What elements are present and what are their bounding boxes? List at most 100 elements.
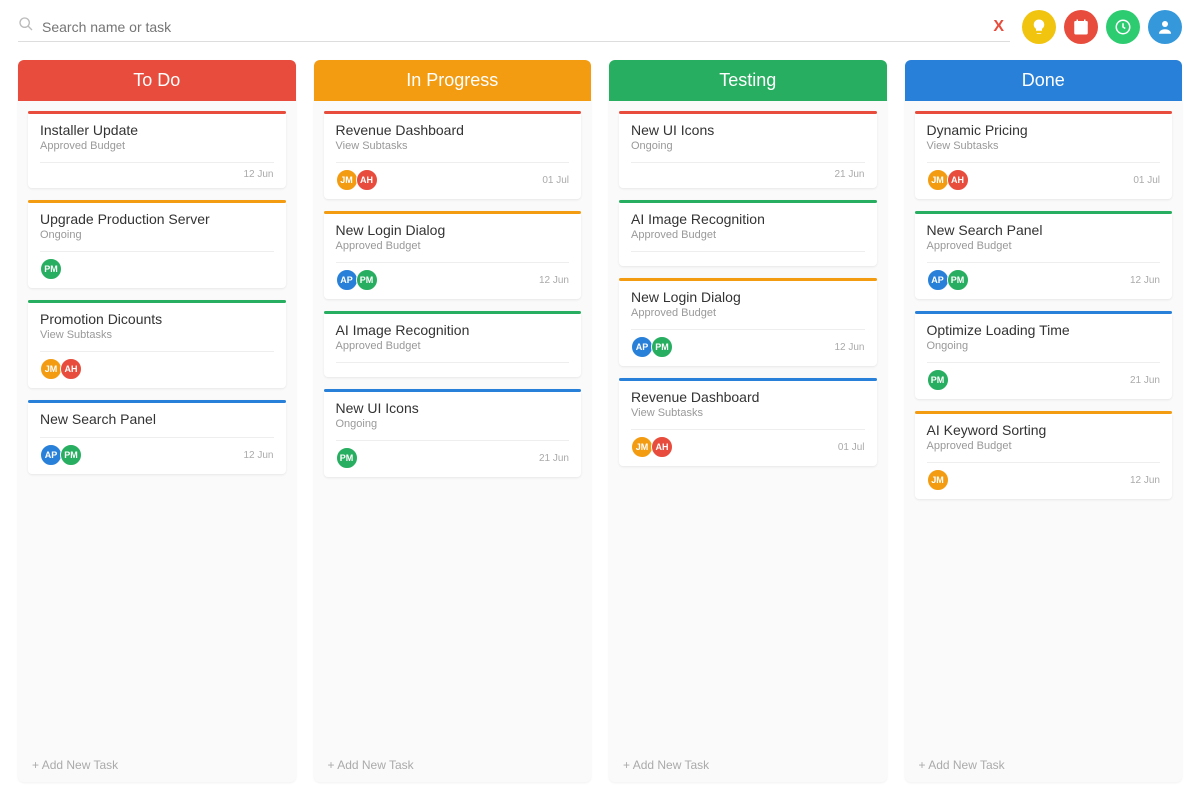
card-subtitle: Approved Budget: [927, 240, 1161, 252]
card-footer: JM 12 Jun: [927, 462, 1161, 491]
task-card[interactable]: AI Image Recognition Approved Budget: [619, 200, 877, 266]
card-title: New UI Icons: [336, 400, 570, 416]
card-accent: [28, 200, 286, 203]
task-card[interactable]: Dynamic PricingView SubtasksJMAH01 Jul: [915, 111, 1173, 199]
task-card[interactable]: New Search Panel Approved Budget APPM 12 Ju…: [915, 211, 1173, 299]
card-subtitle: Approved Budget: [631, 229, 865, 241]
lightbulb-icon[interactable]: [1022, 10, 1056, 44]
avatar[interactable]: AP: [631, 336, 653, 358]
card-date: 21 Jun: [539, 453, 569, 464]
avatar[interactable]: PM: [651, 336, 673, 358]
card-footer: APPM 12 Jun: [40, 437, 274, 466]
card-title: AI Image Recognition: [631, 211, 865, 227]
task-card[interactable]: AI Image RecognitionApproved Budget: [324, 311, 582, 377]
card-title: New UI Icons: [631, 122, 865, 138]
card-footer: PM: [40, 251, 274, 280]
card-footer: APPM12 Jun: [631, 329, 865, 358]
card-footer: JMAH01 Jul: [336, 162, 570, 191]
card-footer: APPM 12 Jun: [927, 262, 1161, 291]
card-title: Revenue Dashboard: [631, 389, 865, 405]
search-input[interactable]: [42, 19, 979, 35]
card-date: 12 Jun: [1130, 475, 1160, 486]
task-card[interactable]: New UI IconsOngoing21 Jun: [619, 111, 877, 188]
avatar[interactable]: AP: [336, 269, 358, 291]
avatar[interactable]: AH: [947, 169, 969, 191]
user-icon[interactable]: [1148, 10, 1182, 44]
column-testing: TestingNew UI IconsOngoing21 JunAI Image…: [609, 60, 887, 782]
column-inprogress: In Progress Revenue DashboardView Subtask…: [314, 60, 592, 782]
task-card[interactable]: Revenue DashboardView SubtasksJMAH01 Jul: [619, 378, 877, 466]
card-subtitle: Ongoing: [40, 229, 274, 241]
card-footer: PM 21 Jun: [927, 362, 1161, 391]
avatar[interactable]: JM: [40, 358, 62, 380]
avatar[interactable]: PM: [927, 369, 949, 391]
add-task-button[interactable]: Add New Task: [18, 748, 296, 782]
search-icon: [18, 16, 34, 37]
avatar[interactable]: PM: [947, 269, 969, 291]
avatar[interactable]: AH: [60, 358, 82, 380]
card-date: 12 Jun: [243, 450, 273, 461]
task-card[interactable]: Upgrade Production ServerOngoingPM: [28, 200, 286, 288]
task-card[interactable]: New Login DialogApproved BudgetAPPM12 Ju…: [619, 278, 877, 366]
card-accent: [915, 111, 1173, 114]
card-date: 12 Jun: [1130, 275, 1160, 286]
avatar[interactable]: AP: [40, 444, 62, 466]
task-card[interactable]: New UI IconsOngoingPM21 Jun: [324, 389, 582, 477]
task-card[interactable]: Revenue DashboardView SubtasksJMAH01 Jul: [324, 111, 582, 199]
task-card[interactable]: New Login DialogApproved BudgetAPPM12 Ju…: [324, 211, 582, 299]
card-accent: [28, 400, 286, 403]
card-footer: JMAH: [40, 351, 274, 380]
card-date: 01 Jul: [838, 442, 865, 453]
avatars: APPM: [631, 336, 671, 358]
card-date: 21 Jun: [1130, 375, 1160, 386]
avatars: PM: [40, 258, 60, 280]
card-title: AI Keyword Sorting: [927, 422, 1161, 438]
column-header: In Progress: [314, 60, 592, 101]
card-accent: [28, 111, 286, 114]
card-accent: [915, 411, 1173, 414]
add-task-button[interactable]: Add New Task: [609, 748, 887, 782]
card-accent: [324, 389, 582, 392]
card-footer: 12 Jun: [40, 162, 274, 180]
card-footer: JMAH01 Jul: [927, 162, 1161, 191]
card-accent: [619, 200, 877, 203]
avatar[interactable]: AP: [927, 269, 949, 291]
card-subtitle: Ongoing: [927, 340, 1161, 352]
top-icons: [1022, 10, 1182, 44]
avatar[interactable]: JM: [631, 436, 653, 458]
card-accent: [324, 311, 582, 314]
avatar[interactable]: JM: [927, 169, 949, 191]
avatars: JM: [927, 469, 947, 491]
card-date: 12 Jun: [243, 169, 273, 180]
avatar[interactable]: PM: [356, 269, 378, 291]
avatar[interactable]: PM: [336, 447, 358, 469]
avatar[interactable]: PM: [60, 444, 82, 466]
task-card[interactable]: Promotion DicountsView SubtasksJMAH: [28, 300, 286, 388]
add-task-button[interactable]: Add New Task: [905, 748, 1183, 782]
avatar[interactable]: AH: [356, 169, 378, 191]
avatar[interactable]: JM: [336, 169, 358, 191]
card-title: Dynamic Pricing: [927, 122, 1161, 138]
card-accent: [28, 300, 286, 303]
task-card[interactable]: AI Keyword SortingApproved BudgetJM12 Ju…: [915, 411, 1173, 499]
card-subtitle: Approved Budget: [336, 240, 570, 252]
avatar[interactable]: PM: [40, 258, 62, 280]
avatars: APPM: [40, 444, 80, 466]
task-card[interactable]: Optimize Loading Time Ongoing PM 21 Jun: [915, 311, 1173, 399]
topbar: X: [0, 0, 1200, 50]
search-clear-button[interactable]: X: [987, 18, 1010, 36]
card-title: Optimize Loading Time: [927, 322, 1161, 338]
clock-icon[interactable]: [1106, 10, 1140, 44]
avatar[interactable]: JM: [927, 469, 949, 491]
card-subtitle: Approved Budget: [631, 307, 865, 319]
card-accent: [324, 211, 582, 214]
avatar[interactable]: AH: [651, 436, 673, 458]
task-card[interactable]: Installer UpdateApproved Budget12 Jun: [28, 111, 286, 188]
card-title: Promotion Dicounts: [40, 311, 274, 327]
search-wrap: X: [18, 12, 1010, 42]
add-task-button[interactable]: Add New Task: [314, 748, 592, 782]
card-title: New Search Panel: [927, 222, 1161, 238]
kanban-app: X To DoInstaller UpdateApproved Budget12…: [0, 0, 1200, 800]
task-card[interactable]: New Search PanelAPPM12 Jun: [28, 400, 286, 474]
calendar-icon[interactable]: [1064, 10, 1098, 44]
